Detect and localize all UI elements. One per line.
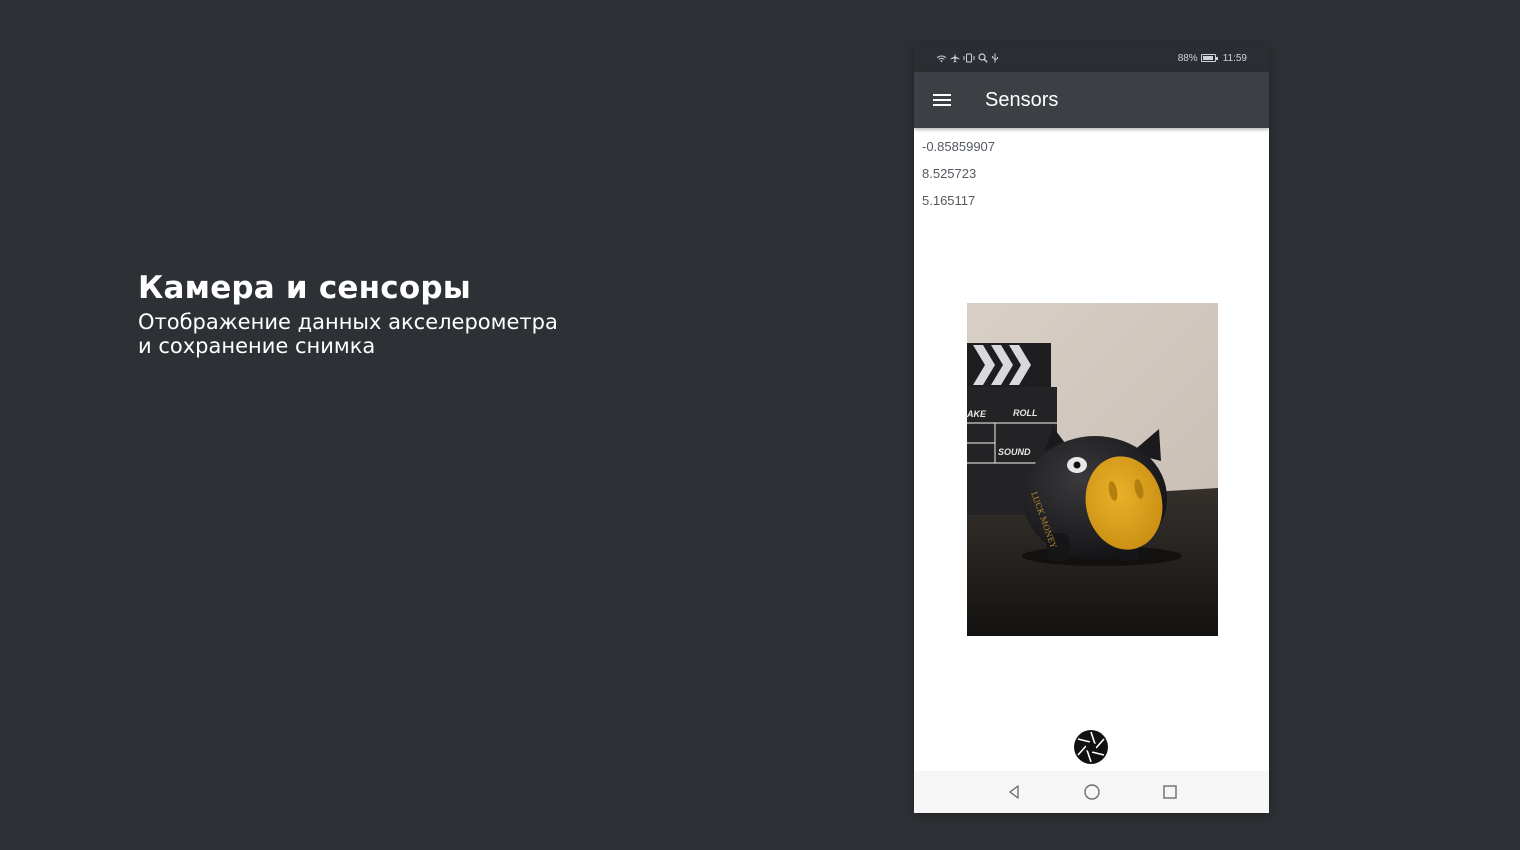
accelerometer-z-value: 5.165117 xyxy=(922,193,976,208)
back-icon[interactable] xyxy=(1000,778,1028,806)
slide-title: Камера и сенсоры xyxy=(138,270,471,306)
recents-icon[interactable] xyxy=(1156,778,1184,806)
app-bar: Sensors xyxy=(914,72,1269,128)
slide: Камера и сенсоры Отображение данных аксе… xyxy=(0,0,1520,850)
phone-screen: 88% 11:59 Sensors -0.85859907 8.525723 5… xyxy=(914,44,1269,813)
captured-photo: AKE ROLL SOUND LUCK MONEY xyxy=(967,303,1218,636)
status-time: 11:59 xyxy=(1222,52,1247,64)
hamburger-menu-icon[interactable] xyxy=(914,72,970,128)
clapper-label-take: AKE xyxy=(967,409,987,419)
slide-subtitle: Отображение данных акселерометра и сохра… xyxy=(138,310,558,358)
airplane-icon xyxy=(950,53,960,63)
wifi-icon xyxy=(936,55,947,62)
search-icon xyxy=(978,53,988,63)
accelerometer-y-value: 8.525723 xyxy=(922,166,977,181)
accelerometer-readings: -0.85859907 8.525723 5.165117 xyxy=(914,128,1269,218)
usb-icon xyxy=(992,53,998,63)
camera-aperture-icon[interactable] xyxy=(1073,729,1109,765)
home-icon[interactable] xyxy=(1078,778,1106,806)
battery-icon xyxy=(1200,54,1218,62)
clapper-label-sound: SOUND xyxy=(998,447,1031,457)
clapper-label-roll: ROLL xyxy=(1013,408,1038,418)
app-title: Sensors xyxy=(985,88,1059,111)
vibrate-icon xyxy=(963,53,975,63)
accelerometer-x-value: -0.85859907 xyxy=(922,139,996,154)
slide-caption: Камера и сенсоры Отображение данных аксе… xyxy=(138,268,558,358)
status-info: 88% 11:59 xyxy=(1178,53,1247,64)
status-icons xyxy=(936,53,999,63)
battery-percent: 88% xyxy=(1177,52,1198,64)
status-bar: 88% 11:59 xyxy=(914,44,1269,72)
android-nav-bar xyxy=(914,771,1269,813)
